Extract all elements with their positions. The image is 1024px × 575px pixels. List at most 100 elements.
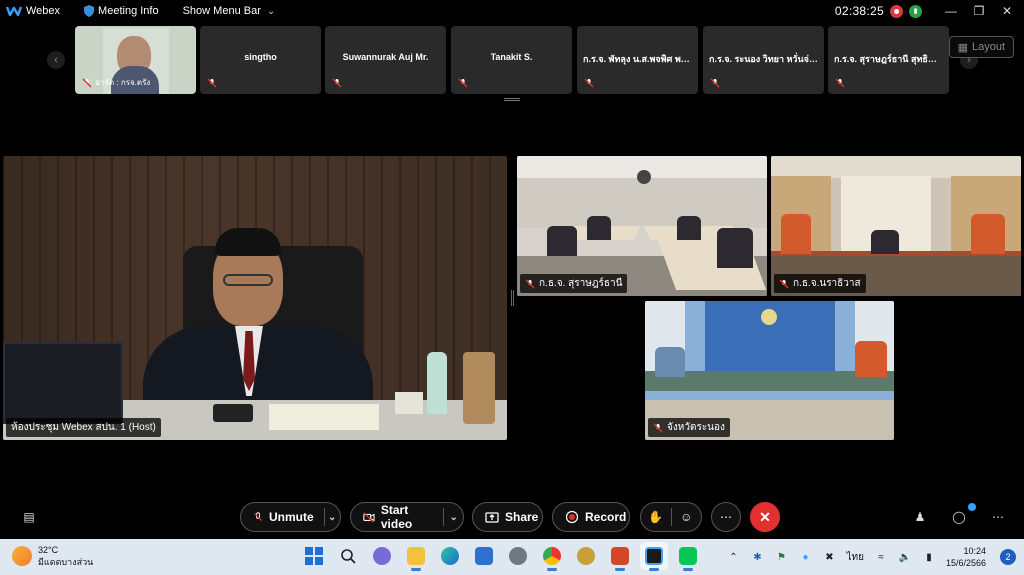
- start-video-label: Start video: [380, 503, 413, 531]
- taskbar-app-seal[interactable]: [572, 542, 600, 570]
- chevron-down-icon: ⌄: [266, 5, 276, 17]
- ranong-video-panel[interactable]: จังหวัดระนอง: [645, 301, 894, 440]
- leave-meeting-button[interactable]: ✕: [750, 502, 780, 532]
- system-tray: ⌃ ✱ ⚑ ● ✖ ไทย ≈ 🔈 ▮ 10:24 15/6/2566 2: [726, 539, 1016, 575]
- minimize-button[interactable]: —: [940, 4, 962, 18]
- muted-mic-icon: [458, 78, 468, 88]
- video-label: ก.ธ.จ.นราธิวาส: [774, 274, 866, 293]
- participant-tile[interactable]: ก.ร.จ. ระนอง วิทยา หวั่นจ่าห...: [703, 26, 824, 94]
- participant-tile[interactable]: อาจัด : กรจ.ตรัง: [75, 26, 196, 94]
- unmute-label: Unmute: [268, 510, 314, 524]
- search-button[interactable]: [334, 542, 362, 570]
- record-icon: [565, 510, 579, 524]
- taskbar-apps: [300, 542, 702, 571]
- meeting-info-button[interactable]: Meeting Info: [84, 5, 159, 17]
- app-name: Webex: [26, 5, 61, 17]
- participant-tile[interactable]: singtho: [200, 26, 321, 94]
- more-panels-icon[interactable]: ⋯: [991, 510, 1005, 524]
- taskbar-app-powerpoint[interactable]: [606, 542, 634, 571]
- filmstrip-prev-button[interactable]: ‹: [47, 51, 65, 69]
- unmute-button[interactable]: Unmute ⌄: [240, 502, 341, 532]
- speaker-muted-icon[interactable]: 🔈: [898, 550, 912, 564]
- participant-tile[interactable]: Tanakit S.: [451, 26, 572, 94]
- participant-name: ก.ร.จ. พัทลุง น.ส.พจพิศ พล...: [583, 54, 694, 64]
- chrome-icon: [543, 547, 561, 565]
- start-button[interactable]: [300, 542, 328, 570]
- raise-hand-icon[interactable]: ✋: [641, 510, 671, 524]
- reactions-group: ✋ ☺: [640, 502, 702, 532]
- record-label: Record: [585, 510, 627, 524]
- close-window-button[interactable]: ✕: [996, 4, 1018, 18]
- line-icon: [679, 547, 697, 565]
- security-icon[interactable]: ⚑: [774, 550, 788, 564]
- notification-count-badge[interactable]: 2: [1000, 549, 1016, 565]
- chevron-down-icon[interactable]: ⌄: [444, 512, 463, 523]
- muted-mic-icon: [779, 278, 789, 289]
- chat-notification-badge: [968, 503, 976, 511]
- restore-button[interactable]: ❐: [968, 4, 990, 18]
- surat-video-panel[interactable]: ก.ธ.จ. สุราษฎร์ธานี: [517, 156, 767, 296]
- muted-mic-icon: [207, 78, 217, 88]
- taskbar-app-settings[interactable]: [504, 542, 532, 570]
- main-video-panel[interactable]: ห้องประชุม Webex สปน. 1 (Host): [3, 156, 507, 440]
- weather-description: มีแดดบางส่วน: [38, 557, 94, 567]
- windows-logo-icon: [305, 547, 323, 565]
- participants-icon[interactable]: ♟: [913, 510, 927, 524]
- weather-sun-icon: [12, 546, 32, 566]
- video-off-icon: [363, 512, 375, 523]
- participant-tile[interactable]: Suwannurak Auj Mr.: [325, 26, 446, 94]
- clock-widget[interactable]: 10:24 15/6/2566: [946, 545, 986, 569]
- narathiwat-video-panel[interactable]: ก.ธ.จ.นราธิวาส: [771, 156, 1021, 296]
- search-icon: [341, 549, 356, 564]
- video-label: ห้องประชุม Webex สปน. 1 (Host): [6, 418, 161, 437]
- windows-taskbar: 32°C มีแดดบางส่วน ⌃ ✱ ⚑ ● ✖ ไทย ≈ 🔈 ▮ 10…: [0, 539, 1024, 575]
- weather-widget[interactable]: 32°C มีแดดบางส่วน: [12, 544, 93, 568]
- taskbar-app-edge[interactable]: [436, 542, 464, 570]
- chat-icon[interactable]: ◯: [952, 510, 966, 524]
- teams-chat-icon: [373, 547, 391, 565]
- taskbar-app-line[interactable]: [674, 542, 702, 571]
- taskbar-app-chrome[interactable]: [538, 542, 566, 571]
- splitter-handle[interactable]: [511, 290, 514, 306]
- taskbar-app-webex[interactable]: [640, 542, 668, 571]
- share-button[interactable]: Share: [472, 502, 543, 532]
- participant-tile[interactable]: ก.ร.จ. พัทลุง น.ส.พจพิศ พล...: [577, 26, 698, 94]
- participant-filmstrip: ‹ อาจัด : กรจ.ตรัง singtho Suwannurak Au…: [0, 26, 1024, 96]
- network-health-icon[interactable]: ▮: [909, 4, 922, 18]
- temperature: 32°C: [38, 545, 59, 555]
- bluetooth-icon[interactable]: ✱: [750, 550, 764, 564]
- record-button[interactable]: Record: [552, 502, 630, 532]
- layout-button[interactable]: ▦ Layout: [948, 36, 1014, 58]
- muted-mic-icon: [835, 78, 845, 88]
- taskbar-app-store[interactable]: [470, 542, 498, 570]
- muted-mic-icon: [710, 78, 720, 88]
- taskbar-app-teams[interactable]: [368, 542, 396, 570]
- seal-icon: [577, 547, 595, 565]
- participant-tile[interactable]: ก.ร.จ. สุราษฎร์ธานี สุทธินันท์...: [828, 26, 949, 94]
- chevron-down-icon[interactable]: ⌄: [324, 512, 340, 523]
- meeting-controls: ▤ Unmute ⌄ Start video ⌄ Share Record ✋ …: [0, 500, 1024, 534]
- language-indicator[interactable]: ไทย: [846, 550, 863, 565]
- webex-tray-icon[interactable]: ●: [798, 550, 812, 564]
- wifi-icon[interactable]: ≈: [874, 550, 888, 564]
- reaction-icon[interactable]: ☺: [672, 510, 702, 524]
- chevron-up-icon[interactable]: ⌃: [726, 550, 740, 564]
- show-menu-bar-label: Show Menu Bar: [182, 5, 261, 17]
- muted-mic-icon: [525, 278, 535, 289]
- share-label: Share: [505, 510, 539, 524]
- muted-mic-icon[interactable]: ✖: [822, 550, 836, 564]
- captions-icon[interactable]: ▤: [22, 510, 36, 524]
- more-options-button[interactable]: ⋯: [711, 502, 741, 532]
- store-icon: [475, 547, 493, 565]
- show-menu-bar-button[interactable]: Show Menu Bar ⌄: [183, 5, 276, 17]
- filmstrip-resize-handle[interactable]: [504, 98, 520, 101]
- folder-icon: [407, 547, 425, 565]
- taskbar-app-file-explorer[interactable]: [402, 542, 430, 571]
- video-label: ก.ธ.จ. สุราษฎร์ธานี: [520, 274, 628, 293]
- system-date: 15/6/2566: [945, 558, 986, 568]
- share-icon: [485, 512, 499, 523]
- start-video-button[interactable]: Start video ⌄: [350, 502, 464, 532]
- battery-icon[interactable]: ▮: [922, 550, 936, 564]
- video-label: จังหวัดระนอง: [648, 418, 730, 437]
- meeting-timer: 02:38:25: [834, 4, 884, 18]
